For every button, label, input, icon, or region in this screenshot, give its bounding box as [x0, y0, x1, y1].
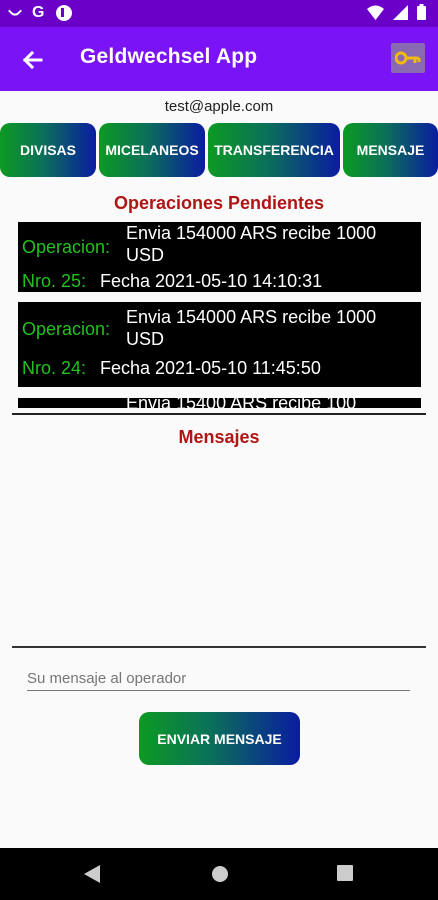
divider — [12, 646, 426, 648]
nro-label: Nro. 25: — [22, 271, 87, 291]
arrow-left-icon — [22, 50, 43, 70]
back-button[interactable] — [18, 45, 48, 75]
operacion-value-line1: Envia 15400 ARS recibe 100 — [126, 393, 357, 408]
tab-micelaneos[interactable]: MICELANEOS — [99, 123, 205, 177]
operacion-label: Operacion: — [22, 319, 111, 339]
tab-mensaje[interactable]: MENSAJE — [343, 123, 438, 177]
operations-list[interactable]: Operacion: Envia 154000 ARS recibe 1000 … — [18, 222, 422, 408]
tab-transferencia[interactable]: TRANSFERENCIA — [208, 123, 340, 177]
operations-title: Operaciones Pendientes — [113, 193, 325, 213]
fecha-value: Fecha 2021-05-10 14:10:31 — [100, 271, 323, 291]
battery-icon — [417, 4, 426, 20]
operacion-value-line1: Envia 154000 ARS recibe 1000 — [126, 223, 377, 243]
send-message-button[interactable]: ENVIAR MENSAJE — [139, 712, 300, 765]
messages-area — [12, 448, 426, 644]
recents-square-icon[interactable] — [336, 864, 354, 882]
fecha-value: Fecha 2021-05-10 11:45:50 — [100, 358, 321, 378]
google-icon: G — [32, 4, 45, 21]
app-bar: Geldwechsel App — [0, 27, 438, 91]
status-bar: G — [0, 0, 438, 27]
nro-label: Nro. 24: — [22, 358, 87, 378]
message-input[interactable] — [27, 666, 410, 691]
system-nav-bar — [0, 848, 438, 900]
operacion-label: Operacion: — [22, 237, 111, 257]
app-title: Geldwechsel App — [80, 45, 258, 68]
operation-card[interactable]: Envia 15400 ARS recibe 100 — [18, 393, 421, 408]
operation-card[interactable]: Operacion: Envia 154000 ARS recibe 1000 … — [18, 302, 421, 387]
back-triangle-icon[interactable] — [83, 864, 101, 884]
pocket-icon — [56, 5, 73, 21]
key-button[interactable] — [391, 43, 425, 73]
operacion-value-line2: USD — [126, 329, 165, 349]
key-icon — [395, 51, 421, 65]
operacion-value-line2: USD — [126, 245, 165, 265]
operacion-value-line1: Envia 154000 ARS recibe 1000 — [126, 307, 377, 327]
divider — [12, 413, 426, 415]
wifi-icon — [367, 5, 384, 20]
signal-icon — [393, 4, 408, 20]
tab-divisas[interactable]: DIVISAS — [0, 123, 96, 177]
home-circle-icon[interactable] — [210, 864, 230, 884]
user-email: test@apple.com — [164, 98, 274, 115]
messages-title: Mensajes — [178, 427, 260, 447]
operation-card[interactable]: Operacion: Envia 154000 ARS recibe 1000 … — [18, 222, 421, 292]
notification-dot-icon — [7, 3, 23, 19]
